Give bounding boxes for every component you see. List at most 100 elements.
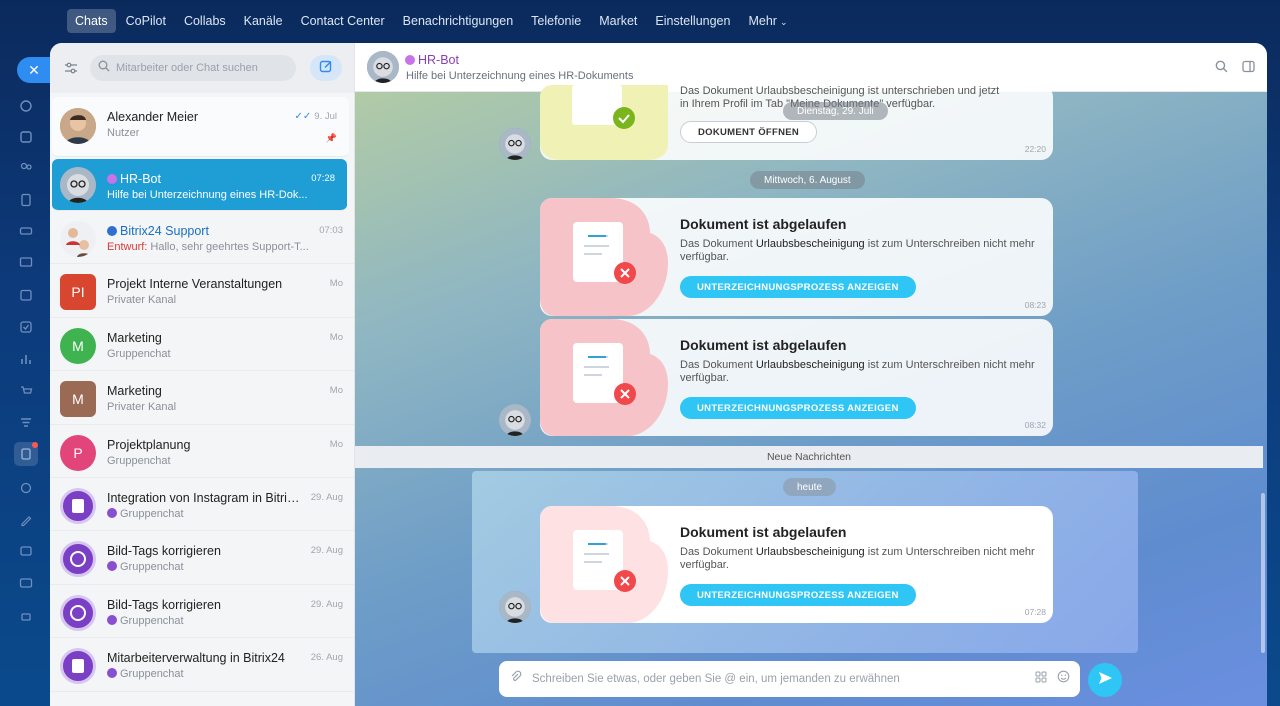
message-time: 08:32	[1024, 420, 1046, 430]
chat-title: Projektplanung	[107, 437, 191, 452]
search-icon	[98, 59, 110, 77]
chat-title: Bild-Tags korrigieren	[107, 544, 221, 559]
drive-icon[interactable]	[17, 222, 35, 240]
chat-item-projekt-interne-veranstaltungen[interactable]: PI Projekt Interne Veranstaltungen Priva…	[50, 264, 354, 318]
nav-chats[interactable]: Chats	[67, 9, 116, 33]
message-card-expired: Dokument ist abgelaufen Das Dokument Url…	[540, 319, 1053, 436]
new-chat-button[interactable]	[310, 55, 342, 81]
top-navigation: Chats CoPilot Collabs Kanäle Contact Cen…	[0, 0, 1280, 42]
chat-item-projektplanung[interactable]: P Projektplanung Gruppenchat Mo	[50, 425, 354, 478]
chat-item-marketing-group[interactable]: M Marketing Gruppenchat Mo	[50, 318, 354, 372]
avatar	[60, 648, 96, 685]
chat-time: 26. Aug	[310, 652, 343, 664]
group-icon	[107, 668, 117, 679]
view-signing-process-button[interactable]: UNTERZEICHNUNGSPROZESS ANZEIGEN	[680, 276, 916, 298]
monitor-icon[interactable]	[17, 254, 35, 272]
tasks-icon[interactable]	[17, 318, 35, 336]
chat-header-title[interactable]: HR-Bot	[405, 53, 459, 67]
card-icon[interactable]	[17, 574, 35, 592]
notification-badge	[32, 442, 38, 448]
apps-icon[interactable]	[1035, 670, 1047, 688]
chat-title: Bitrix24 Support	[107, 224, 209, 238]
chat-item-alexander-meier[interactable]: Alexander Meier Nutzer ✓✓ 9. Jul 📌	[52, 97, 349, 157]
scrollbar[interactable]	[1261, 493, 1265, 653]
nav-settings[interactable]: Einstellungen	[647, 9, 738, 33]
avatar[interactable]	[499, 591, 531, 623]
chat-title: Bild-Tags korrigieren	[107, 597, 221, 612]
pen-icon[interactable]	[17, 511, 35, 529]
feed-icon[interactable]	[17, 128, 35, 146]
chat-item-bild-tags-2[interactable]: Bild-Tags korrigieren Gruppenchat 29. Au…	[50, 585, 354, 639]
message-input[interactable]	[532, 673, 1035, 685]
calendar-icon[interactable]	[17, 286, 35, 304]
chevron-down-icon: ⌄	[779, 17, 788, 27]
support-icon	[107, 226, 117, 236]
chat-title: Marketing	[107, 330, 162, 345]
chat-item-bild-tags-1[interactable]: Bild-Tags korrigieren Gruppenchat 29. Au…	[50, 531, 354, 585]
copilot-icon[interactable]	[17, 479, 35, 497]
group-icon	[107, 614, 117, 625]
chat-title: Projekt Interne Veranstaltungen	[107, 277, 283, 292]
chat-item-hr-bot[interactable]: HR-Bot Hilfe bei Unterzeichnung eines HR…	[52, 159, 347, 211]
expired-cloud-icon	[540, 319, 668, 436]
nav-collabs[interactable]: Collabs	[176, 9, 234, 33]
chat-item-instagram-integration[interactable]: Integration von Instagram in Bitrix... G…	[50, 478, 354, 532]
chat-item-mitarbeiterverwaltung[interactable]: Mitarbeiterverwaltung in Bitrix24 Gruppe…	[50, 638, 354, 692]
filter-icon[interactable]	[60, 57, 82, 79]
nav-contact-center[interactable]: Contact Center	[293, 9, 393, 33]
message-title: Dokument ist abgelaufen	[680, 337, 847, 353]
emoji-icon[interactable]	[1057, 670, 1070, 688]
attach-icon[interactable]	[509, 670, 522, 688]
avatar: P	[60, 434, 96, 471]
chat-subtitle: Hilfe bei Unterzeichnung eines HR-Dok...	[107, 189, 308, 201]
shop-icon[interactable]	[17, 382, 35, 400]
nav-more[interactable]: Mehr ⌄	[740, 9, 795, 33]
contacts-icon[interactable]	[17, 159, 35, 177]
analytics-icon[interactable]	[17, 350, 35, 368]
close-icon[interactable]: ✕	[17, 57, 51, 83]
chat-subtitle: Gruppenchat	[107, 614, 184, 627]
chat-subtitle: Privater Kanal	[107, 401, 177, 414]
message-card-signed: Das Dokument Urlaubsbescheinigung ist un…	[540, 85, 1053, 160]
document-icon[interactable]	[17, 191, 35, 209]
chat-sidebar: Alexander Meier Nutzer ✓✓9. Jul 📌 HR-Bot…	[50, 43, 355, 706]
send-button[interactable]	[1088, 663, 1122, 697]
avatar	[60, 594, 96, 631]
funnel-icon[interactable]	[17, 414, 35, 432]
nav-market[interactable]: Market	[591, 9, 645, 33]
nav-kanaele[interactable]: Kanäle	[236, 9, 291, 33]
chat-item-marketing-channel[interactable]: M Marketing Privater Kanal Mo	[50, 371, 354, 425]
avatar: M	[60, 327, 96, 364]
sidebar-toggle-icon[interactable]	[1242, 60, 1255, 78]
search-icon[interactable]	[1215, 60, 1228, 78]
avatar: M	[60, 381, 96, 418]
open-document-button[interactable]: DOKUMENT ÖFFNEN	[680, 121, 818, 143]
message-title: Dokument ist abgelaufen	[680, 524, 847, 540]
activity-icon[interactable]	[17, 97, 35, 115]
success-cloud-icon	[540, 85, 668, 160]
nav-copilot[interactable]: CoPilot	[118, 9, 174, 33]
chat-title: Mitarbeiterverwaltung in Bitrix24	[107, 651, 285, 666]
avatar[interactable]	[499, 128, 531, 160]
search-input[interactable]	[116, 62, 286, 74]
chat-item-bitrix24-support[interactable]: Bitrix24 Support Entwurf: Hallo, sehr ge…	[50, 211, 354, 265]
view-signing-process-button[interactable]: UNTERZEICHNUNGSPROZESS ANZEIGEN	[680, 584, 916, 606]
message-time: 07:28	[1024, 607, 1046, 617]
avatar	[60, 487, 96, 524]
chat-list: Alexander Meier Nutzer ✓✓ 9. Jul 📌 HR-Bot…	[50, 95, 354, 692]
bot-icon	[107, 174, 117, 184]
avatar[interactable]	[367, 51, 399, 83]
expired-cloud-icon	[540, 198, 668, 316]
nav-notifications[interactable]: Benachrichtigungen	[395, 9, 522, 33]
chat-subtitle: Gruppenchat	[107, 507, 184, 520]
box-icon[interactable]	[17, 542, 35, 560]
sign-icon[interactable]	[14, 442, 38, 466]
nav-telephony[interactable]: Telefonie	[523, 9, 589, 33]
chat-title: Integration von Instagram in Bitrix...	[107, 490, 302, 505]
chat-subtitle: Privater Kanal	[107, 294, 177, 307]
lock-icon[interactable]	[17, 606, 35, 624]
date-separator: heute	[783, 478, 837, 496]
view-signing-process-button[interactable]: UNTERZEICHNUNGSPROZESS ANZEIGEN	[680, 397, 916, 419]
chat-time: Mo	[329, 385, 343, 397]
avatar[interactable]	[499, 404, 531, 436]
